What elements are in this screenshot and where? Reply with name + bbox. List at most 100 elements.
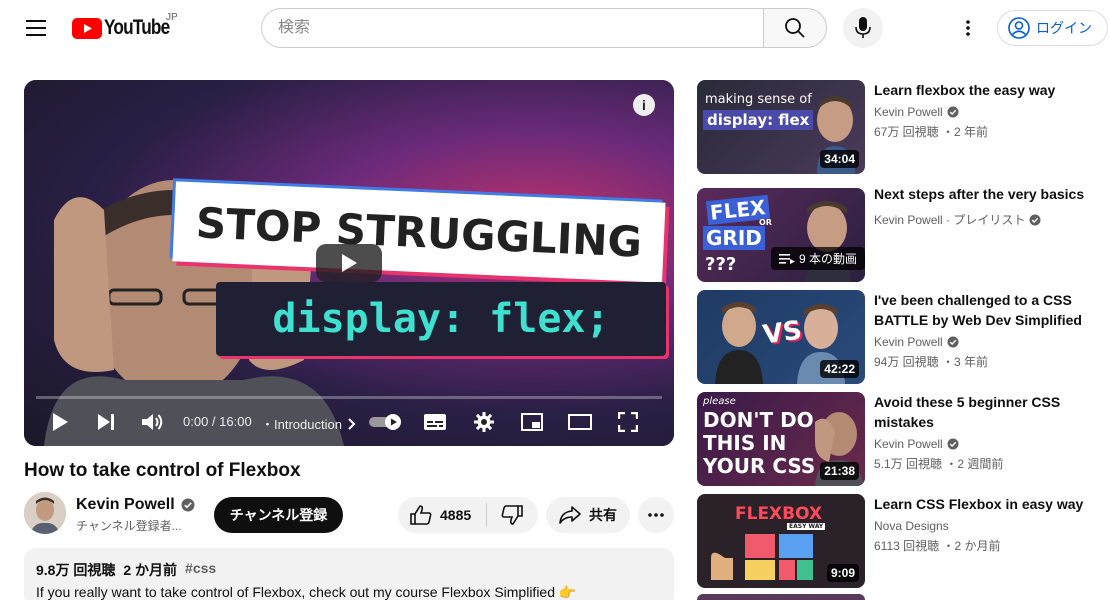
like-button[interactable]: 4885 (398, 497, 486, 533)
fullscreen-button[interactable] (616, 410, 640, 434)
like-count: 4885 (440, 507, 472, 523)
related-channel: Kevin Powell · プレイリスト (874, 211, 1041, 228)
hamburger-icon (26, 20, 46, 36)
thumbnail-caption-3: GRID (703, 226, 765, 250)
vertical-dots-icon (966, 20, 970, 36)
thumbnail-caption-1: VS (761, 315, 804, 351)
volume-button[interactable] (141, 410, 165, 434)
settings-button[interactable] (472, 410, 496, 434)
playlist-icon (778, 253, 795, 264)
upload-date: 2 か月前 (123, 562, 178, 578)
menu-button[interactable] (16, 12, 56, 44)
related-stats: 5.1万 回視聴 ・2 週間前 (874, 457, 1004, 471)
info-icon[interactable]: i (633, 94, 655, 116)
related-channel: Kevin Powell (874, 335, 959, 349)
duration-badge: 21:38 (820, 462, 859, 480)
autoplay-toggle[interactable] (369, 410, 403, 434)
related-stats: 6113 回視聴 ・2 か月前 (874, 539, 1001, 553)
related-title: Learn flexbox the easy way (874, 82, 1056, 98)
video-player[interactable]: STOP STRUGGLING display: flex; i 0:00 / … (24, 80, 674, 446)
related-thumbnail: FLEX OR GRID ??? 9 本の動画 (697, 188, 865, 282)
progress-bar[interactable] (36, 396, 662, 399)
related-channel-name: Kevin Powell (874, 105, 943, 119)
subscriber-count: チャンネル登録者... (76, 519, 182, 533)
video-title: How to take control of Flexbox (24, 460, 301, 481)
channel-name-text: Kevin Powell (76, 496, 175, 513)
subtitles-icon (424, 414, 446, 430)
share-button[interactable]: 共有 (546, 497, 630, 533)
search-icon (785, 18, 805, 38)
thumbnail-caption-4: ??? (705, 254, 737, 275)
thumbnail-code-text: display: flex; (272, 296, 610, 342)
logo-text: YouTube (104, 16, 170, 39)
verified-check-icon (947, 106, 959, 118)
related-video-item[interactable]: FLEXBOX EASY WAY 9:09 Learn CSS Flexbox … (697, 494, 1109, 588)
related-stats: 94万 回視聴 ・3 年前 (874, 355, 989, 369)
related-video-item[interactable]: please DON'T DO THIS IN YOUR CSS 21:38 A… (697, 392, 1109, 486)
related-title: Next steps after the very basics (874, 186, 1085, 202)
channel-avatar[interactable] (24, 492, 66, 534)
fullscreen-icon (618, 412, 638, 432)
subtitles-button[interactable] (423, 410, 447, 434)
next-thumbnail-edge (697, 594, 865, 600)
play-icon (342, 254, 357, 272)
playlist-count: 9 本の動画 (798, 252, 857, 266)
subscribe-button[interactable]: チャンネル登録 (214, 497, 343, 533)
theater-mode-icon (568, 414, 592, 430)
login-button[interactable]: ログイン (997, 10, 1108, 46)
player-controls: 0:00 / 16:00 ・Introduction (24, 402, 674, 446)
thumbnail-caption-1: DON'T DO (703, 408, 814, 432)
hashtag-link[interactable]: #css (185, 560, 216, 580)
share-label: 共有 (589, 507, 617, 523)
description-box[interactable]: 9.8万 回視聴 2 か月前 #css If you really want t… (24, 548, 674, 600)
search-input[interactable] (278, 19, 764, 37)
settings-more-button[interactable] (952, 12, 984, 44)
chevron-right-icon (348, 417, 356, 430)
related-channel: Kevin Powell (874, 437, 959, 451)
verified-check-icon (1029, 214, 1041, 225)
related-channel-name: Kevin Powell (874, 437, 943, 451)
related-stats: 67万 回視聴 ・2 年前 (874, 125, 989, 139)
skip-next-icon (98, 414, 114, 430)
related-channel-name: Nova Designs (874, 519, 949, 533)
duration-badge: 9:09 (826, 564, 859, 582)
thumbnail-caption-2: THIS IN (703, 431, 787, 455)
voice-search-button[interactable] (843, 8, 883, 48)
view-count: 9.8万 回視聴 (36, 562, 116, 578)
channel-name[interactable]: Kevin Powell (76, 496, 195, 514)
youtube-play-logo-icon (72, 17, 102, 39)
description-meta: 9.8万 回視聴 2 か月前 #css (36, 560, 662, 580)
related-title: Avoid these 5 beginner CSS mistakes (874, 394, 1061, 430)
theater-mode-button[interactable] (567, 410, 593, 434)
related-video-item[interactable]: making sense of display: flex 34:04 Lear… (697, 80, 1109, 174)
playlist-count-badge: 9 本の動画 (770, 247, 865, 270)
thumbnail-caption-0: please (703, 396, 736, 407)
related-thumbnail: FLEXBOX EASY WAY 9:09 (697, 494, 865, 588)
large-play-button[interactable] (316, 244, 382, 282)
related-channel-name: Kevin Powell · プレイリスト (874, 213, 1026, 227)
chapter-button[interactable]: ・Introduction (261, 414, 356, 433)
horizontal-dots-icon (648, 513, 664, 517)
dislike-button[interactable] (487, 497, 537, 533)
thumbnail-headline-text: STOP STRUGGLING (194, 197, 644, 267)
search-button[interactable] (763, 8, 827, 48)
more-actions-button[interactable] (638, 497, 674, 533)
thumbnail-caption-2: display: flex (703, 110, 814, 130)
miniplayer-button[interactable] (520, 410, 544, 434)
thumbnail-caption-3: YOUR CSS (703, 454, 816, 478)
top-header: YouTube JP ログイン (0, 0, 1109, 56)
thumbnail-caption-1: making sense of (705, 92, 812, 107)
play-button[interactable] (48, 410, 72, 434)
next-button[interactable] (94, 410, 118, 434)
duration-badge: 34:04 (820, 150, 859, 168)
thumbs-up-icon (410, 505, 432, 525)
related-channel: Nova Designs (874, 519, 949, 533)
verified-check-icon (947, 438, 959, 450)
related-video-item[interactable]: VS 42:22 I've been challenged to a CSS B… (697, 290, 1109, 384)
account-icon (1008, 17, 1030, 39)
related-playlist-item[interactable]: FLEX OR GRID ??? 9 本の動画 Next steps after… (697, 184, 1109, 282)
share-arrow-icon (559, 506, 581, 524)
search-box (261, 8, 764, 48)
autoplay-toggle-icon (369, 414, 401, 430)
time-display: 0:00 / 16:00 (183, 414, 252, 429)
